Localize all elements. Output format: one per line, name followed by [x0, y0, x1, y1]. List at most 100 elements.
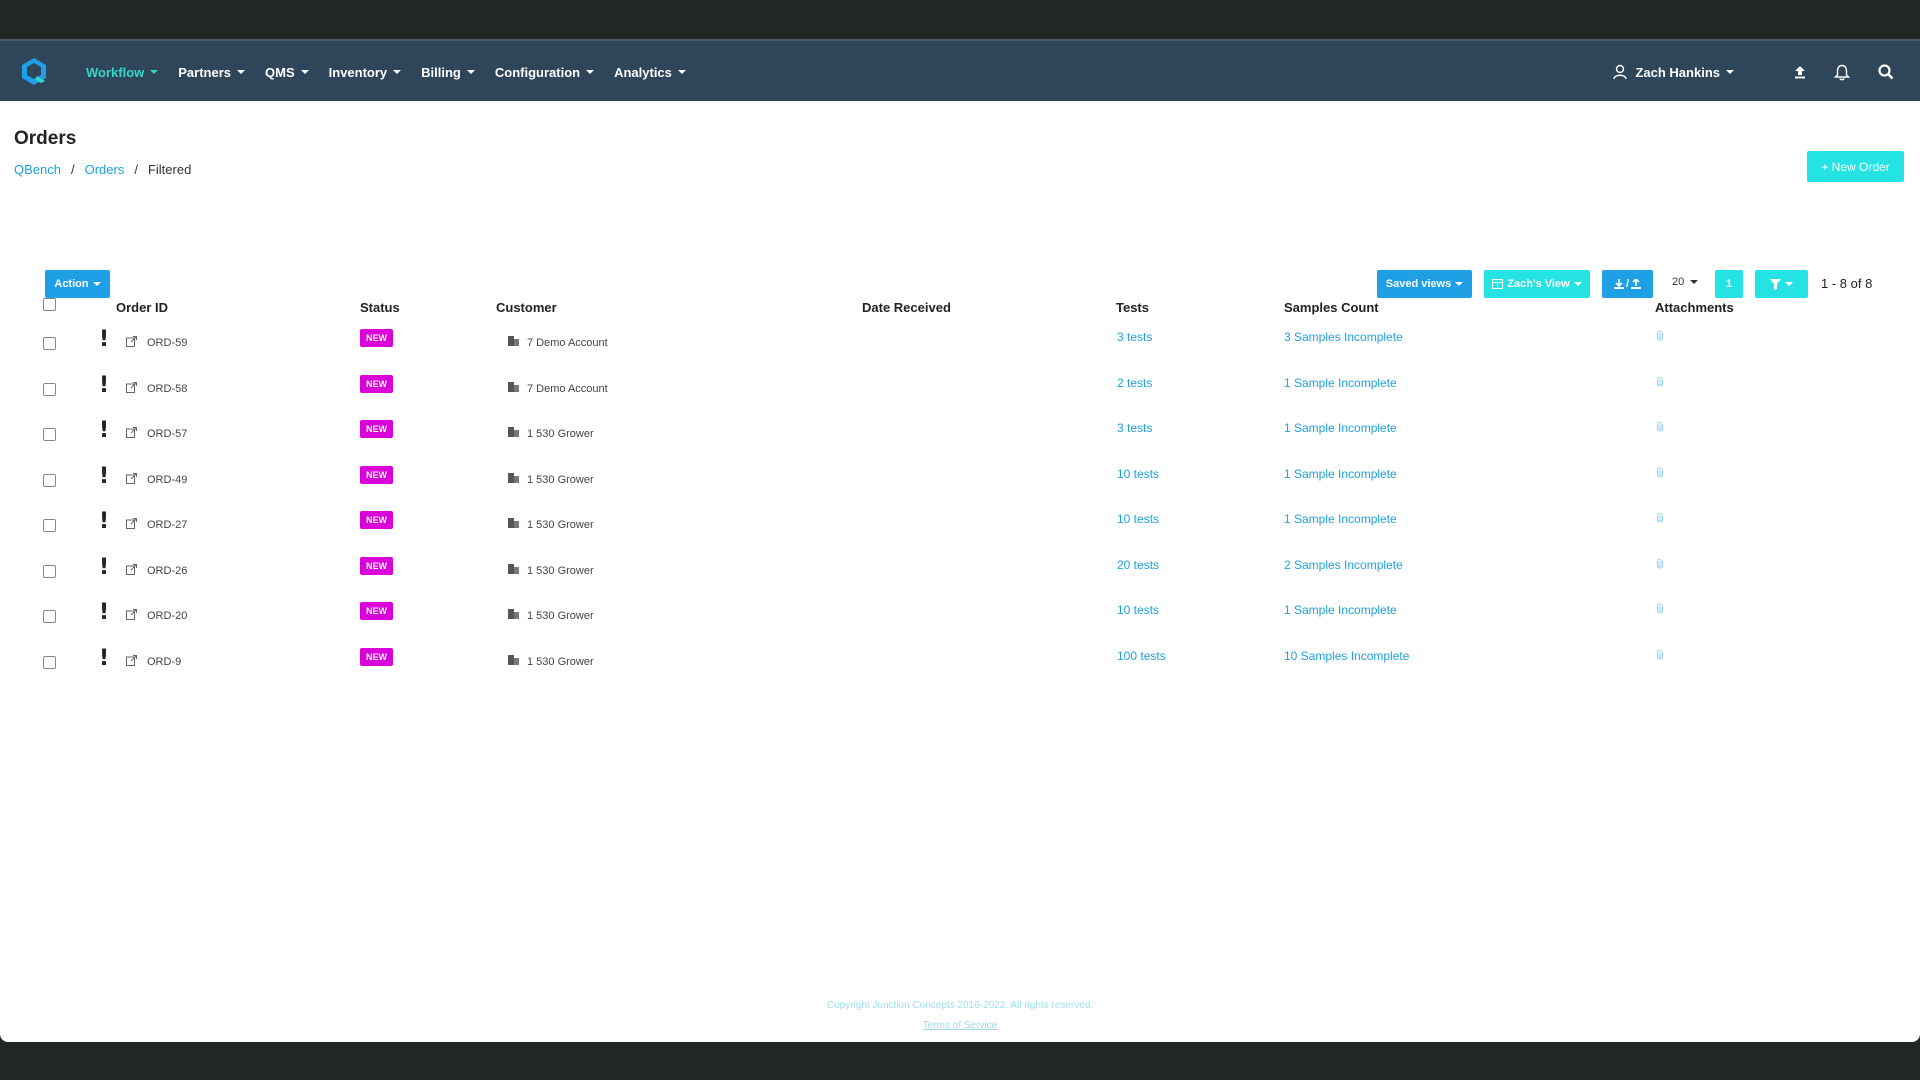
- column-attachments[interactable]: Attachments: [1655, 300, 1734, 315]
- breadcrumb-orders[interactable]: Orders: [85, 162, 125, 177]
- paperclip-icon[interactable]: [1656, 467, 1664, 479]
- nav-workflow[interactable]: Workflow: [86, 65, 159, 80]
- column-order-id[interactable]: Order ID: [116, 300, 168, 315]
- row-checkbox[interactable]: [43, 656, 56, 669]
- nav-analytics[interactable]: Analytics: [614, 65, 686, 80]
- external-link-icon[interactable]: [126, 427, 137, 438]
- nav-partners[interactable]: Partners: [178, 65, 246, 80]
- action-dropdown-button[interactable]: Action: [45, 270, 110, 298]
- tests-link[interactable]: 10 tests: [1117, 603, 1159, 617]
- row-checkbox[interactable]: [43, 474, 56, 487]
- page-1-button[interactable]: 1: [1715, 270, 1743, 298]
- qbench-logo-icon[interactable]: [19, 56, 49, 86]
- customer-name[interactable]: 1 530 Grower: [527, 610, 594, 622]
- samples-count-link[interactable]: 1 Sample Incomplete: [1284, 421, 1397, 435]
- table-row[interactable]: ! ORD-27 NEW 1 530 Grower 10 tests 1 Sample I…: [0, 509, 1920, 554]
- row-checkbox[interactable]: [43, 428, 56, 441]
- nav-billing[interactable]: Billing: [421, 65, 475, 80]
- paperclip-icon[interactable]: [1656, 376, 1664, 388]
- row-checkbox[interactable]: [43, 610, 56, 623]
- external-link-icon[interactable]: [126, 655, 137, 666]
- filter-button[interactable]: [1755, 270, 1808, 298]
- external-link-icon[interactable]: [126, 336, 137, 347]
- customer-name[interactable]: 1 530 Grower: [527, 519, 594, 531]
- nav-qms[interactable]: QMS: [265, 65, 309, 80]
- user-menu[interactable]: Zach Hankins: [1613, 64, 1734, 80]
- table-row[interactable]: ! ORD-57 NEW 1 530 Grower 3 tests 1 Sample In…: [0, 418, 1920, 463]
- import-export-button[interactable]: /: [1602, 270, 1653, 298]
- table-row[interactable]: ! ORD-49 NEW 1 530 Grower 10 tests 1 Sample I…: [0, 464, 1920, 509]
- tests-link[interactable]: 20 tests: [1117, 558, 1159, 572]
- samples-count-link[interactable]: 1 Sample Incomplete: [1284, 512, 1397, 526]
- order-id-link[interactable]: ORD-59: [147, 337, 187, 349]
- tests-link[interactable]: 10 tests: [1117, 512, 1159, 526]
- customer-name[interactable]: 7 Demo Account: [527, 337, 608, 349]
- external-link-icon[interactable]: [126, 564, 137, 575]
- order-id-link[interactable]: ORD-20: [147, 610, 187, 622]
- new-order-button[interactable]: + New Order: [1807, 151, 1904, 182]
- global-search-button[interactable]: [1878, 64, 1894, 80]
- chevron-down-icon: [1573, 282, 1582, 286]
- column-samples-count[interactable]: Samples Count: [1284, 300, 1379, 315]
- column-customer[interactable]: Customer: [496, 300, 557, 315]
- external-link-icon[interactable]: [126, 518, 137, 529]
- samples-count-link[interactable]: 1 Sample Incomplete: [1284, 467, 1397, 481]
- samples-count-link[interactable]: 1 Sample Incomplete: [1284, 376, 1397, 390]
- customer-name[interactable]: 1 530 Grower: [527, 474, 594, 486]
- paperclip-icon[interactable]: [1656, 603, 1664, 615]
- breadcrumb-qbench[interactable]: QBench: [14, 162, 61, 177]
- table-row[interactable]: ! ORD-26 NEW 1 530 Grower 20 tests 2 Samples …: [0, 555, 1920, 600]
- samples-count-link[interactable]: 1 Sample Incomplete: [1284, 603, 1397, 617]
- chevron-down-icon: [1785, 282, 1793, 286]
- table-row[interactable]: ! ORD-20 NEW 1 530 Grower 10 tests 1 Sample I…: [0, 600, 1920, 645]
- column-tests[interactable]: Tests: [1116, 300, 1149, 315]
- nav-configuration[interactable]: Configuration: [495, 65, 595, 80]
- order-id-link[interactable]: ORD-58: [147, 383, 187, 395]
- nav-inventory[interactable]: Inventory: [329, 65, 402, 80]
- per-page-select[interactable]: 20: [1672, 276, 1699, 288]
- terms-link[interactable]: Terms of Service: [0, 1020, 1920, 1031]
- table-row[interactable]: ! ORD-9 NEW 1 530 Grower 100 tests 10 Samples…: [0, 646, 1920, 691]
- tests-link[interactable]: 3 tests: [1117, 421, 1152, 435]
- row-checkbox[interactable]: [43, 565, 56, 578]
- breadcrumb-separator: /: [134, 162, 138, 177]
- status-badge: NEW: [360, 511, 393, 529]
- order-id-link[interactable]: ORD-9: [147, 656, 181, 668]
- external-link-icon[interactable]: [126, 609, 137, 620]
- tests-link[interactable]: 10 tests: [1117, 467, 1159, 481]
- samples-count-link[interactable]: 2 Samples Incomplete: [1284, 558, 1403, 572]
- order-id-link[interactable]: ORD-49: [147, 474, 187, 486]
- row-checkbox[interactable]: [43, 383, 56, 396]
- customer-name[interactable]: 1 530 Grower: [527, 565, 594, 577]
- tests-link[interactable]: 2 tests: [1117, 376, 1152, 390]
- samples-count-link[interactable]: 3 Samples Incomplete: [1284, 330, 1403, 344]
- row-checkbox[interactable]: [43, 519, 56, 532]
- column-date-received[interactable]: Date Received: [862, 300, 951, 315]
- paperclip-icon[interactable]: [1656, 421, 1664, 433]
- external-link-icon[interactable]: [126, 473, 137, 484]
- upload-button[interactable]: [1794, 65, 1806, 79]
- saved-views-button[interactable]: Saved views: [1377, 270, 1472, 298]
- tests-link[interactable]: 100 tests: [1117, 649, 1166, 663]
- paperclip-icon[interactable]: [1656, 330, 1664, 342]
- external-link-icon[interactable]: [126, 382, 137, 393]
- table-row[interactable]: ! ORD-59 NEW 7 Demo Account 3 tests 3 Samples…: [0, 327, 1920, 372]
- paperclip-icon[interactable]: [1656, 512, 1664, 524]
- row-checkbox[interactable]: [43, 337, 56, 350]
- order-id-link[interactable]: ORD-57: [147, 428, 187, 440]
- samples-count-link[interactable]: 10 Samples Incomplete: [1284, 649, 1409, 663]
- order-id-link[interactable]: ORD-26: [147, 565, 187, 577]
- current-view-button[interactable]: Zach's View: [1484, 270, 1590, 298]
- tests-link[interactable]: 3 tests: [1117, 330, 1152, 344]
- paperclip-icon[interactable]: [1656, 649, 1664, 661]
- customer-name[interactable]: 7 Demo Account: [527, 383, 608, 395]
- table-row[interactable]: ! ORD-58 NEW 7 Demo Account 2 tests 1 Sample …: [0, 373, 1920, 418]
- upload-icon: [1631, 279, 1642, 289]
- select-all-checkbox[interactable]: [43, 298, 56, 311]
- order-id-link[interactable]: ORD-27: [147, 519, 187, 531]
- customer-name[interactable]: 1 530 Grower: [527, 428, 594, 440]
- column-status[interactable]: Status: [360, 300, 400, 315]
- paperclip-icon[interactable]: [1656, 558, 1664, 570]
- customer-name[interactable]: 1 530 Grower: [527, 656, 594, 668]
- notifications-button[interactable]: [1834, 64, 1850, 81]
